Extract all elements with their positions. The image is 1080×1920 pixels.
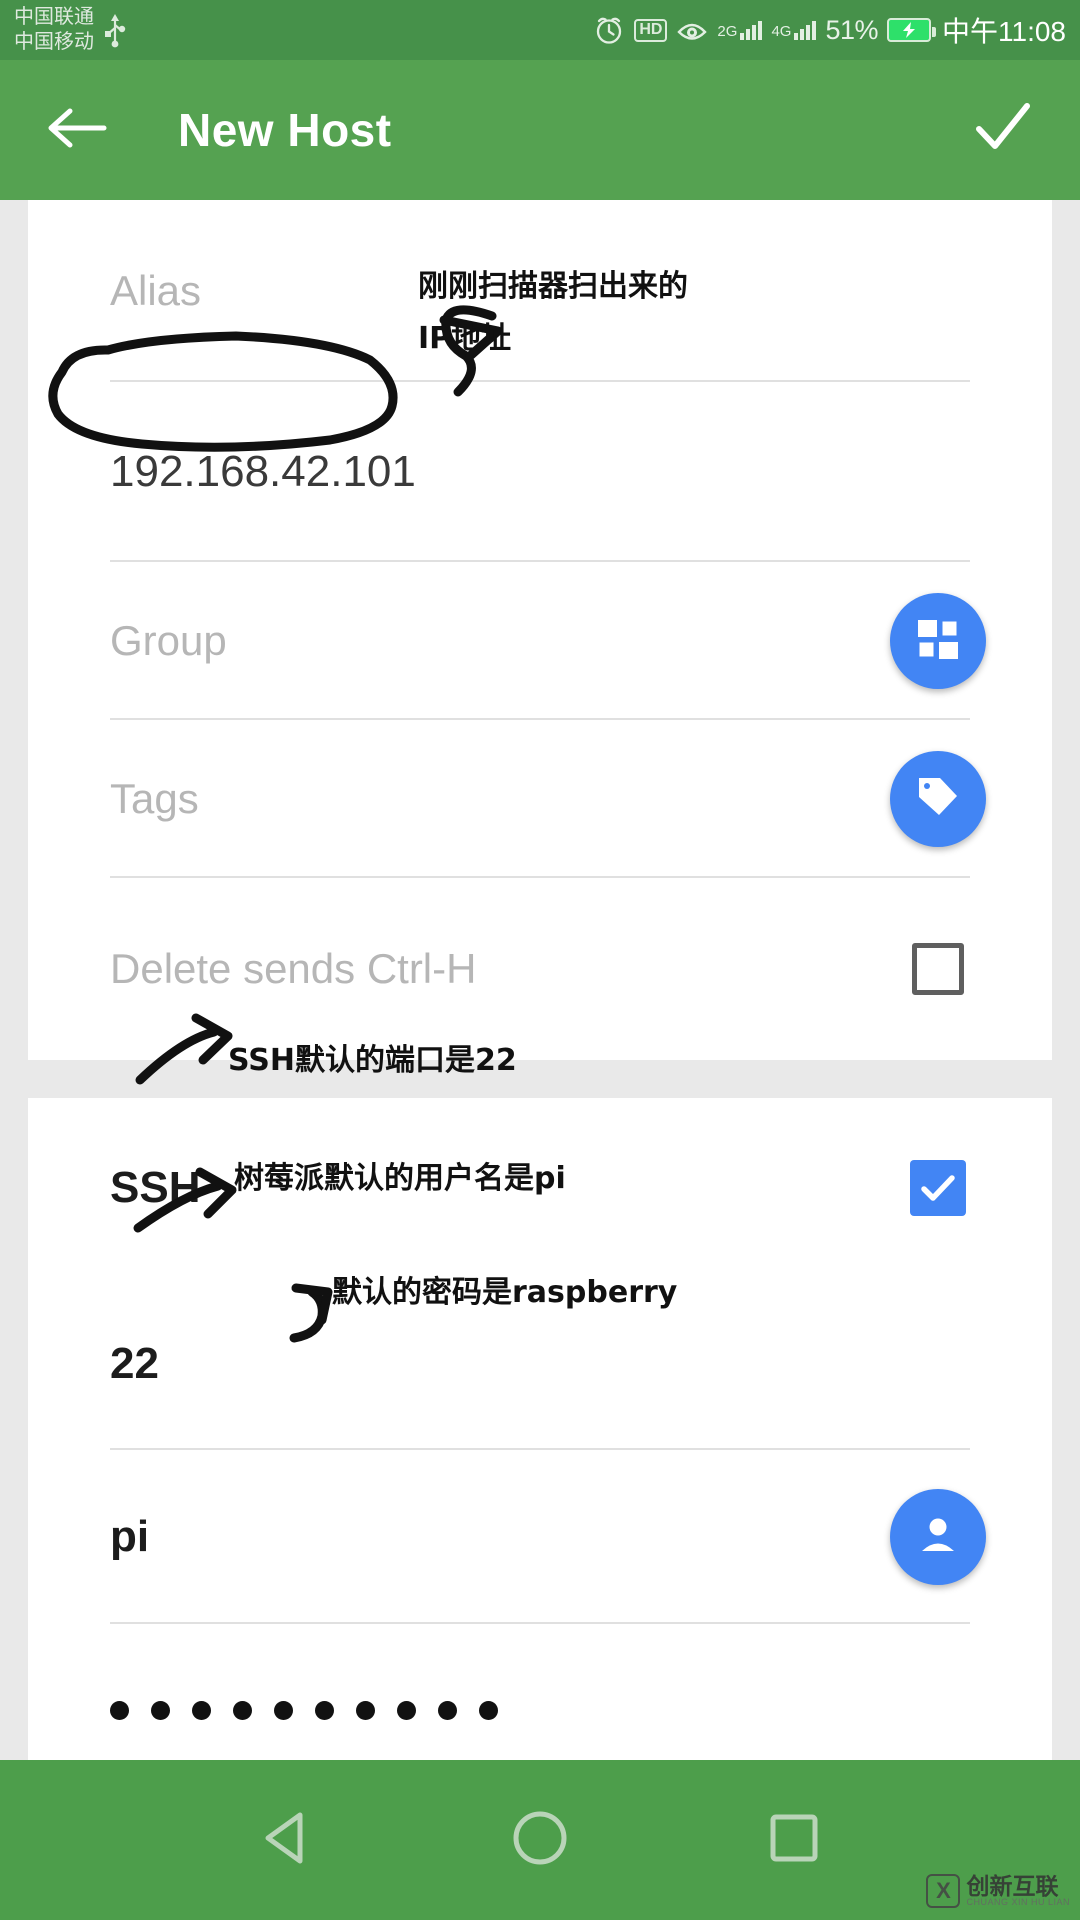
nav-home-circle-icon[interactable] [511, 1809, 569, 1872]
delete-ctrl-h-row[interactable]: Delete sends Ctrl-H [28, 878, 1052, 1060]
watermark-cn-label: 创新互联 [966, 1873, 1059, 1899]
carrier-1-label: 中国联通 [14, 6, 94, 28]
battery-charging-icon [887, 18, 936, 42]
ssh-section-row[interactable]: SSH [28, 1098, 1052, 1278]
usb-icon [102, 12, 128, 48]
username-row[interactable]: pi [28, 1450, 1052, 1624]
host-input[interactable]: 192.168.42.101 [110, 447, 416, 497]
watermark-logo-icon: X [926, 1874, 961, 1908]
host-card: Alias 192.168.42.101 Group Tags Delete s… [28, 200, 1052, 1060]
form-scroll-area[interactable]: Alias 192.168.42.101 Group Tags Delete s… [0, 200, 1080, 1920]
port-input[interactable]: 22 [110, 1339, 159, 1389]
group-input[interactable]: Group [110, 617, 227, 665]
network-4g-label: 4G [771, 22, 792, 40]
status-clock-label: 中午11:08 [942, 16, 1066, 47]
tag-icon [914, 773, 962, 826]
navigation-bar [0, 1760, 1080, 1920]
tags-input[interactable]: Tags [110, 775, 199, 823]
alarm-icon [593, 14, 625, 46]
signal-2g-icon: 2G [717, 20, 763, 40]
tags-row[interactable]: Tags [28, 720, 1052, 878]
person-icon [916, 1513, 960, 1562]
page-title: New Host [178, 104, 392, 156]
username-picker-button[interactable] [890, 1489, 986, 1585]
signal-4g-icon: 4G [771, 20, 817, 40]
watermark-text: 创新互联 CHUANG XIN HU LIAN [966, 1875, 1070, 1907]
network-2g-label: 2G [717, 22, 738, 40]
status-bar-left: 中国联通 中国移动 [14, 5, 128, 55]
delete-ctrl-h-label: Delete sends Ctrl-H [110, 945, 477, 992]
alias-row[interactable]: Alias [28, 200, 1052, 382]
host-row[interactable]: 192.168.42.101 [28, 382, 1052, 562]
app-bar: New Host [0, 60, 1080, 200]
hd-icon: HD [634, 18, 668, 42]
carrier-2-label: 中国移动 [14, 31, 94, 53]
ssh-section-label: SSH [110, 1163, 201, 1212]
alias-input[interactable]: Alias [110, 267, 201, 315]
status-bar: 中国联通 中国移动 HD 2G 4G 51% 中午11:08 [0, 0, 1080, 60]
username-input[interactable]: pi [110, 1512, 149, 1562]
battery-percent-label: 51% [825, 14, 878, 45]
watermark-en-label: CHUANG XIN HU LIAN [966, 1897, 1070, 1907]
status-bar-right: HD 2G 4G 51% 中午11:08 [593, 10, 1066, 50]
delete-ctrl-h-checkbox[interactable] [912, 943, 964, 995]
port-row[interactable]: 22 [28, 1278, 1052, 1450]
eye-comfort-icon [676, 14, 708, 46]
phone-screen: 中国联通 中国移动 HD 2G 4G 51% 中午11:08 New Host … [0, 0, 1080, 1920]
group-picker-button[interactable] [890, 593, 986, 689]
carrier-labels: 中国联通 中国移动 [14, 5, 94, 55]
watermark: X 创新互联 CHUANG XIN HU LIAN [926, 1874, 1070, 1908]
grid-group-icon [915, 616, 961, 667]
group-row[interactable]: Group [28, 562, 1052, 720]
nav-back-triangle-icon[interactable] [260, 1810, 312, 1871]
password-input[interactable] [110, 1700, 498, 1720]
nav-recents-square-icon[interactable] [768, 1812, 820, 1869]
back-button[interactable] [46, 105, 108, 156]
confirm-button[interactable] [972, 101, 1034, 160]
ssh-enabled-checkbox[interactable] [910, 1160, 966, 1216]
tags-picker-button[interactable] [890, 751, 986, 847]
